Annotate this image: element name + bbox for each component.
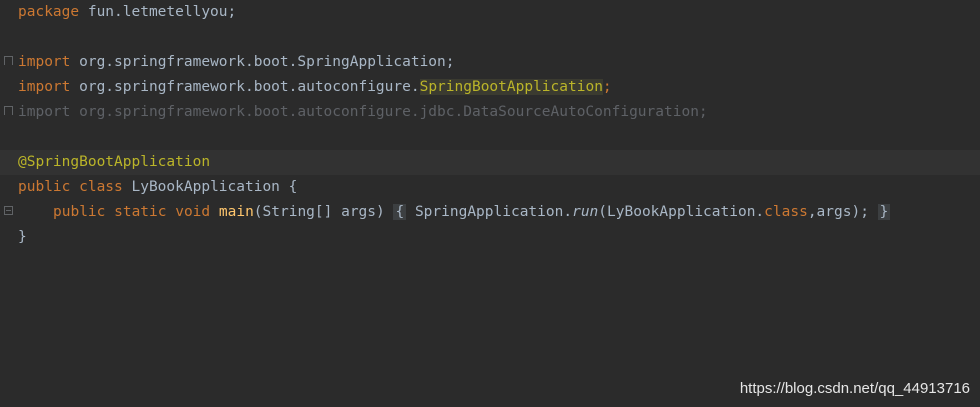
fold-end-imports-icon[interactable]	[4, 106, 13, 115]
code-line-9: public static void main(String[] args) {…	[53, 204, 891, 220]
code-line-10: }	[18, 229, 27, 245]
fold-method-icon[interactable]	[4, 206, 13, 215]
code-line-3: import org.springframework.boot.SpringAp…	[18, 54, 455, 70]
folded-brace-open[interactable]: {	[393, 204, 407, 220]
watermark-url: https://blog.csdn.net/qq_44913716	[739, 380, 970, 397]
method-name: main	[218, 204, 254, 220]
code-line-8: public class LyBookApplication {	[18, 179, 298, 195]
highlighted-class-name: SpringBootApplication	[419, 79, 603, 95]
fold-imports-icon[interactable]	[4, 56, 13, 65]
code-line-5-unused-import: import org.springframework.boot.autoconf…	[18, 104, 708, 120]
code-line-1: package fun.letmetellyou;	[18, 4, 237, 20]
code-line-4: import org.springframework.boot.autoconf…	[18, 79, 612, 95]
code-editor[interactable]: package fun.letmetellyou; import org.spr…	[0, 0, 980, 407]
folded-brace-close[interactable]: }	[877, 204, 891, 220]
annotation: @SpringBootApplication	[18, 154, 211, 170]
code-line-7-current: @SpringBootApplication	[0, 150, 980, 175]
